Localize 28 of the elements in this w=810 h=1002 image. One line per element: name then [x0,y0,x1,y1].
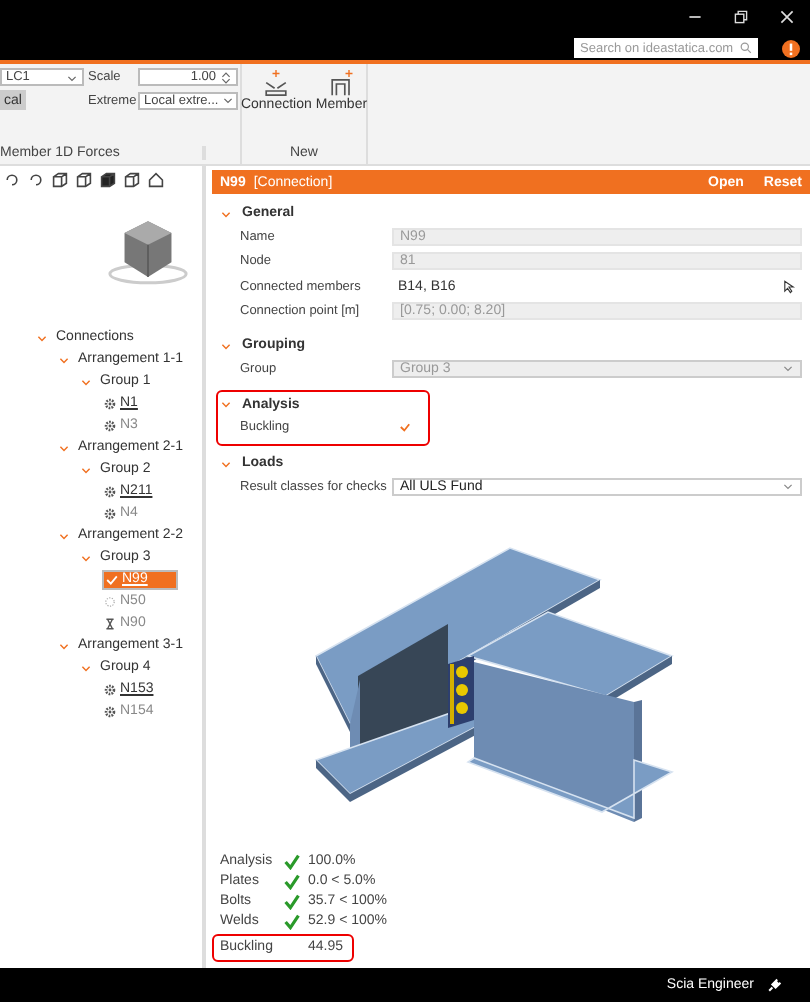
search-icon [740,42,752,54]
caret-icon[interactable] [220,339,232,351]
member-icon [327,70,356,98]
plug-icon [766,977,782,993]
caret-icon[interactable] [220,207,232,219]
caret-icon[interactable] [58,639,70,651]
spinner-arrows-icon[interactable] [220,71,232,83]
caret-icon[interactable] [220,457,232,469]
caret-icon[interactable] [36,331,48,343]
caret-icon[interactable] [80,661,92,673]
view-cube-icon[interactable] [124,172,140,188]
info-icon[interactable] [782,39,800,57]
checkbox[interactable] [398,420,412,435]
caret-icon[interactable] [58,441,70,453]
view-cube-icon[interactable] [52,172,68,188]
caret-icon[interactable] [58,529,70,541]
pointer-icon[interactable] [782,279,796,294]
view-cube-icon[interactable] [76,172,92,188]
caret-icon[interactable] [220,398,232,410]
caret-icon[interactable] [80,551,92,563]
home-icon[interactable] [148,172,164,188]
caret-icon[interactable] [58,353,70,365]
caret-icon[interactable] [80,375,92,387]
close-icon[interactable] [780,9,794,23]
caret-icon[interactable] [80,463,92,475]
connection-icon [262,70,291,98]
view-cube-icon[interactable] [100,172,116,188]
restore-icon[interactable] [734,9,748,23]
